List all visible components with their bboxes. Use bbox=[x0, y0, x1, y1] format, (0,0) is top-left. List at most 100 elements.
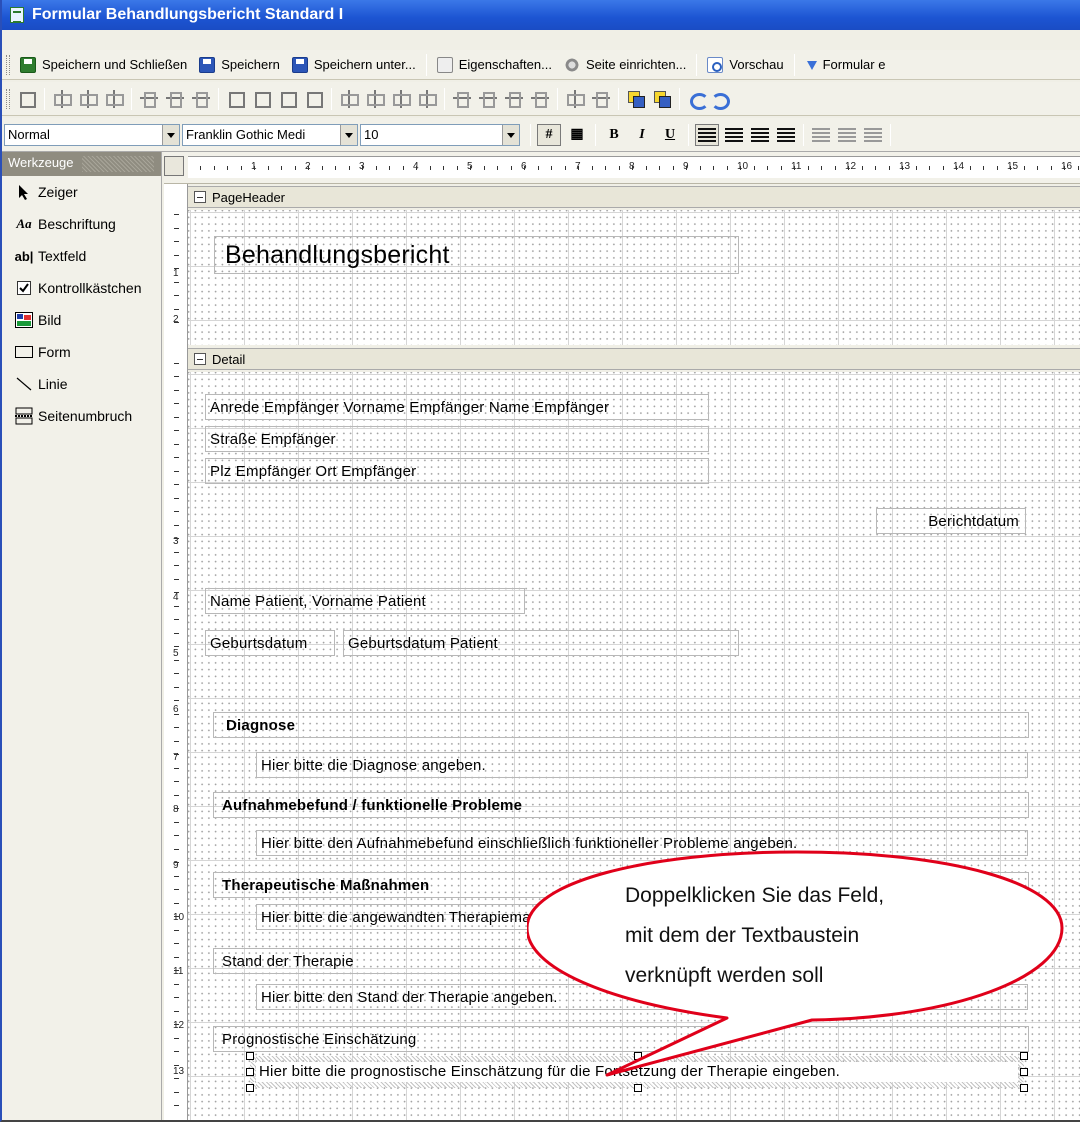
chevron-down-icon[interactable] bbox=[340, 124, 357, 145]
size-to-grid-icon[interactable] bbox=[304, 89, 324, 109]
ruler-tick bbox=[375, 166, 377, 170]
align-right-icon[interactable] bbox=[104, 89, 124, 109]
align-top-icon[interactable] bbox=[139, 89, 159, 109]
line-icon bbox=[14, 375, 34, 393]
header-title-label[interactable]: Behandlungsbericht bbox=[214, 236, 739, 274]
tool-shape[interactable]: Form bbox=[2, 336, 161, 368]
toolbar-grip[interactable] bbox=[6, 88, 10, 109]
bold-button[interactable]: B bbox=[602, 124, 626, 146]
collapse-icon[interactable] bbox=[194, 353, 206, 365]
separator bbox=[679, 87, 680, 110]
resize-handle[interactable] bbox=[246, 1052, 254, 1060]
toolbox-panel: Werkzeuge Zeiger Aa Beschriftung ab| Textf… bbox=[2, 152, 162, 1120]
style-select[interactable]: Normal bbox=[4, 123, 180, 146]
save-button[interactable]: Speichern bbox=[193, 53, 286, 77]
align-text-right-icon[interactable] bbox=[751, 127, 769, 142]
dob-label[interactable]: Geburtsdatum bbox=[205, 630, 335, 656]
patient-name-field[interactable]: Name Patient, Vorname Patient bbox=[205, 588, 525, 614]
page-setup-button[interactable]: Seite einrichten... bbox=[558, 53, 692, 77]
tool-pointer[interactable]: Zeiger bbox=[2, 176, 161, 208]
outdent-icon[interactable] bbox=[838, 127, 856, 142]
vspace-equal-icon[interactable] bbox=[452, 89, 472, 109]
hspace-decrease-icon[interactable] bbox=[391, 89, 411, 109]
same-height-icon[interactable] bbox=[252, 89, 272, 109]
underline-button[interactable]: U bbox=[658, 124, 682, 146]
undo-icon[interactable] bbox=[687, 89, 709, 110]
hspace-remove-icon[interactable] bbox=[417, 89, 437, 109]
ruler-tick-label: 13 bbox=[899, 161, 911, 172]
align-center-icon[interactable] bbox=[78, 89, 98, 109]
ruler-tick-label: 11 bbox=[173, 966, 184, 977]
hspace-equal-icon[interactable] bbox=[339, 89, 359, 109]
align-middle-icon[interactable] bbox=[165, 89, 185, 109]
ruler-tick-label: 10 bbox=[737, 161, 749, 172]
font-select[interactable]: Franklin Gothic Medi bbox=[182, 123, 358, 146]
italic-button[interactable]: I bbox=[630, 124, 654, 146]
bring-to-front-icon[interactable] bbox=[626, 89, 646, 109]
ruler-tick bbox=[1077, 166, 1079, 170]
tool-label[interactable]: Aa Beschriftung bbox=[2, 208, 161, 240]
ruler-tick bbox=[227, 166, 228, 170]
dob-field[interactable]: Geburtsdatum Patient bbox=[343, 630, 739, 656]
collapse-icon[interactable] bbox=[194, 191, 206, 203]
ruler-tick bbox=[174, 254, 179, 256]
recipient-street-field[interactable]: Straße Empfänger bbox=[205, 426, 709, 452]
findings-label[interactable]: Aufnahmebefund / funktionelle Probleme bbox=[213, 792, 1029, 818]
same-width-icon[interactable] bbox=[226, 89, 246, 109]
align-text-center-icon[interactable] bbox=[725, 127, 743, 142]
ruler-tick bbox=[174, 1064, 179, 1066]
indent-icon[interactable] bbox=[864, 127, 882, 142]
bullet-list-icon[interactable] bbox=[812, 127, 830, 142]
diagnosis-label[interactable]: Diagnose bbox=[213, 712, 1029, 738]
ruler-tick bbox=[200, 166, 201, 170]
ruler-tick bbox=[767, 166, 768, 170]
separator bbox=[44, 87, 45, 110]
ruler-tick bbox=[174, 713, 179, 715]
font-size-select[interactable]: 10 bbox=[360, 123, 520, 146]
tool-image[interactable]: Bild bbox=[2, 304, 161, 336]
send-to-back-icon[interactable] bbox=[652, 89, 672, 109]
toolbar-grip[interactable] bbox=[6, 54, 10, 75]
resize-handle[interactable] bbox=[246, 1084, 254, 1092]
redo-icon[interactable] bbox=[713, 89, 733, 109]
tool-textfield[interactable]: ab| Textfeld bbox=[2, 240, 161, 272]
align-text-left-icon[interactable] bbox=[695, 123, 719, 146]
ruler-tick bbox=[174, 835, 179, 836]
tool-line[interactable]: Linie bbox=[2, 368, 161, 400]
grid-toggle-icon[interactable]: # bbox=[537, 123, 561, 146]
recipient-city-field[interactable]: Plz Empfänger Ort Empfänger bbox=[205, 458, 709, 484]
section-detail[interactable]: Detail bbox=[188, 348, 1080, 370]
save-as-button[interactable]: Speichern unter... bbox=[286, 53, 422, 77]
align-grid-icon[interactable] bbox=[17, 89, 37, 109]
ruler-tick bbox=[174, 592, 179, 593]
tool-checkbox[interactable]: Kontrollkästchen bbox=[2, 272, 161, 304]
save-close-button[interactable]: Speichern und Schließen bbox=[14, 53, 193, 77]
hspace-increase-icon[interactable] bbox=[365, 89, 385, 109]
ruler-tick bbox=[740, 166, 741, 170]
ruler-corner[interactable] bbox=[164, 156, 184, 176]
chevron-down-icon[interactable] bbox=[162, 124, 179, 145]
justify-icon[interactable] bbox=[777, 127, 795, 142]
table-icon[interactable]: ▦ bbox=[565, 124, 589, 146]
tool-pagebreak[interactable]: Seitenumbruch bbox=[2, 400, 161, 432]
center-horizontal-icon[interactable] bbox=[565, 89, 585, 109]
vspace-remove-icon[interactable] bbox=[530, 89, 550, 109]
recipient-name-field[interactable]: Anrede Empfänger Vorname Empfänger Name … bbox=[205, 394, 709, 420]
center-vertical-icon[interactable] bbox=[591, 89, 611, 109]
chevron-down-icon[interactable] bbox=[502, 124, 519, 145]
diagnosis-textblock[interactable]: Hier bitte die Diagnose angeben. bbox=[256, 752, 1028, 778]
properties-button[interactable]: Eigenschaften... bbox=[431, 53, 558, 77]
ruler-tick bbox=[942, 166, 944, 170]
preview-button[interactable]: Vorschau bbox=[701, 53, 789, 77]
ruler-tick bbox=[335, 166, 336, 170]
form-export-button[interactable]: Formular e bbox=[799, 53, 892, 77]
resize-handle[interactable] bbox=[246, 1068, 254, 1076]
pageheader-canvas[interactable]: Behandlungsbericht bbox=[188, 210, 1080, 345]
align-left-icon[interactable] bbox=[52, 89, 72, 109]
vspace-decrease-icon[interactable] bbox=[504, 89, 524, 109]
align-bottom-icon[interactable] bbox=[191, 89, 211, 109]
report-date-field[interactable]: Berichtdatum bbox=[876, 508, 1026, 534]
same-size-icon[interactable] bbox=[278, 89, 298, 109]
section-pageheader[interactable]: PageHeader bbox=[188, 186, 1080, 208]
vspace-increase-icon[interactable] bbox=[478, 89, 498, 109]
